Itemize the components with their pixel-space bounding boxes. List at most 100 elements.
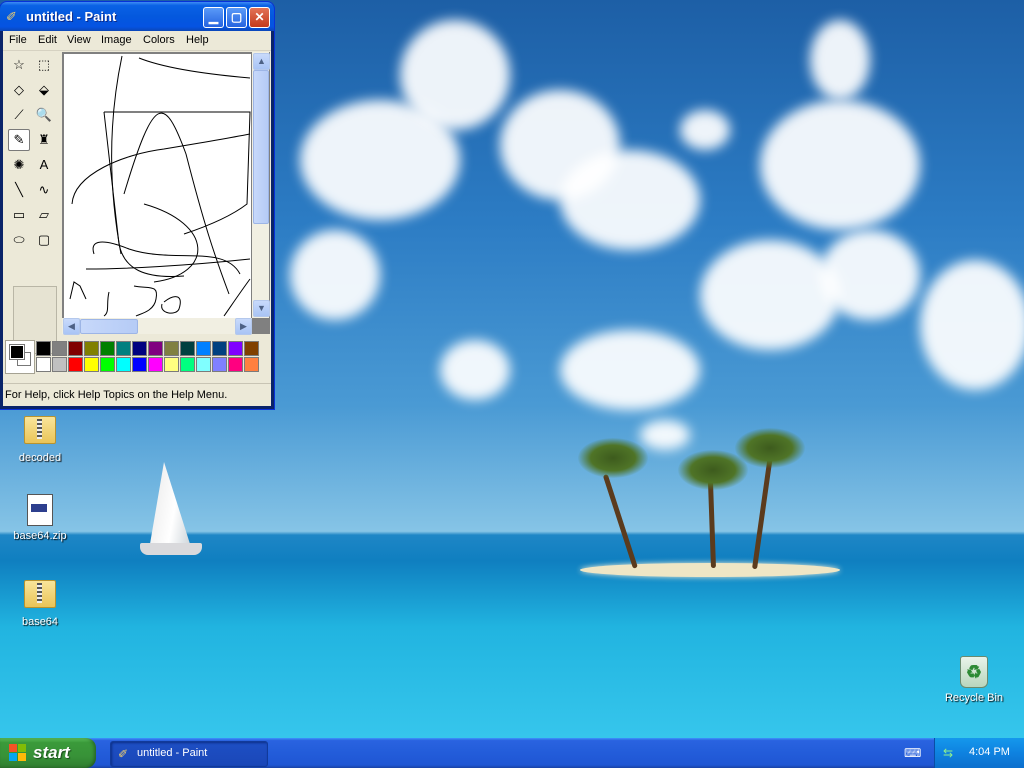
window-body: File Edit View Image Colors Help ☆ ⬚ ◇ ⬙ ⟋ 🔍 ✎… [3,31,271,406]
color-swatch[interactable] [68,341,83,356]
clock[interactable]: 4:04 PM [969,746,1010,758]
scribble-stroke [133,285,158,317]
menu-view[interactable]: View [67,34,91,46]
start-button[interactable]: start [0,738,96,768]
color-swatch[interactable] [100,357,115,372]
pick-color-icon[interactable]: ⟋ [8,104,30,126]
polygon-icon[interactable]: ▱ [33,204,55,226]
color-swatch[interactable] [148,357,163,372]
desktop-icon-base64-zip[interactable]: base64.zip [0,494,80,542]
arrow-right-icon: ▶ [240,321,247,331]
color-swatch[interactable] [132,357,147,372]
network-icon[interactable]: ⇆ [943,746,953,760]
color-swatch[interactable] [180,341,195,356]
title-bar[interactable]: ✐ untitled - Paint ▁ ▢ ✕ [0,2,274,31]
palm-trunk [602,474,638,569]
airbrush-icon[interactable]: ✺ [8,154,30,176]
scroll-left-button[interactable]: ◀ [63,318,80,335]
cloud [290,230,380,320]
brush-icon[interactable]: ♜ [33,129,55,151]
desktop-icon-decoded[interactable]: decoded [0,412,80,464]
cloud [560,150,700,250]
vertical-scroll-thumb[interactable] [253,70,269,224]
color-swatch[interactable] [148,341,163,356]
rectangle-icon[interactable]: ▭ [8,204,30,226]
scroll-up-button[interactable]: ▲ [253,53,270,70]
scribble-stroke [69,281,87,300]
menu-bar: File Edit View Image Colors Help [3,31,271,51]
palm-crown [578,438,648,478]
color-swatch[interactable] [164,341,179,356]
window-title: untitled - Paint [26,9,117,24]
cloud [560,330,700,410]
desktop-icon-label: decoded [18,452,62,464]
color-swatch[interactable] [84,357,99,372]
recycle-bin-icon: ♻ [960,656,988,688]
color-swatch[interactable] [116,341,131,356]
keyboard-icon[interactable]: ⌨ [904,746,921,760]
palm-trunk [752,455,773,570]
arrow-down-icon: ▼ [257,303,266,313]
color-swatch[interactable] [164,357,179,372]
desktop-icon-label: base64 [21,616,59,628]
desktop-icon-base64[interactable]: base64 [0,576,80,628]
menu-edit[interactable]: Edit [38,34,57,46]
curve-icon[interactable]: ∿ [33,179,55,201]
menu-image[interactable]: Image [101,34,132,46]
color-swatch[interactable] [36,341,51,356]
free-form-select-icon[interactable]: ☆ [8,54,30,76]
menu-help[interactable]: Help [186,34,209,46]
maximize-button[interactable]: ▢ [226,7,247,28]
color-swatch[interactable] [180,357,195,372]
color-swatch[interactable] [228,341,243,356]
current-colors[interactable] [5,340,35,374]
color-swatch[interactable] [196,341,211,356]
color-swatch[interactable] [212,357,227,372]
color-swatch[interactable] [100,341,115,356]
magnifier-icon[interactable]: 🔍 [33,104,55,126]
eraser-icon[interactable]: ◇ [8,79,30,101]
minimize-icon: ▁ [208,10,219,24]
minimize-button[interactable]: ▁ [203,7,224,28]
color-swatch[interactable] [196,357,211,372]
close-button[interactable]: ✕ [249,7,270,28]
fill-icon[interactable]: ⬙ [33,79,55,101]
scribble-stroke [104,111,251,235]
canvas-area: ▲ ▼ ◀ ▶ [62,52,270,335]
paint-app-icon[interactable]: ✐ [6,9,17,25]
color-swatch[interactable] [52,357,67,372]
color-swatch[interactable] [228,357,243,372]
select-icon[interactable]: ⬚ [33,54,55,76]
palm-crown [735,428,805,468]
desktop-icon-recycle-bin[interactable]: ♻ Recycle Bin [934,656,1014,704]
color-swatch[interactable] [116,357,131,372]
horizontal-scroll-thumb[interactable] [80,319,138,334]
drawing-canvas[interactable] [64,54,251,318]
vertical-scrollbar[interactable]: ▲ ▼ [252,52,270,318]
pencil-icon[interactable]: ✎ [8,129,30,151]
color-swatch[interactable] [244,357,259,372]
color-swatch[interactable] [36,357,51,372]
color-swatch[interactable] [212,341,227,356]
rounded-rectangle-icon[interactable]: ▢ [33,229,55,251]
sailboat-hull [140,543,202,555]
taskbar-button-paint[interactable]: ✐ untitled - Paint [110,741,268,767]
color-swatch[interactable] [52,341,67,356]
zip-folder-icon [24,580,56,608]
horizontal-scrollbar[interactable]: ◀ ▶ [62,318,252,335]
scroll-down-button[interactable]: ▼ [253,300,270,317]
color-swatch[interactable] [84,341,99,356]
cloud [820,230,920,320]
start-label: start [33,743,70,762]
ellipse-icon[interactable]: ⬭ [8,229,30,251]
text-icon[interactable]: A [33,154,55,176]
color-swatch[interactable] [68,357,83,372]
color-swatch[interactable] [132,341,147,356]
line-icon[interactable]: ╲ [8,179,30,201]
scribble-stroke [161,296,181,314]
menu-file[interactable]: File [9,34,27,46]
menu-colors[interactable]: Colors [143,34,175,46]
scroll-right-button[interactable]: ▶ [235,318,252,335]
desktop-icon-label: Recycle Bin [944,692,1004,704]
color-swatch[interactable] [244,341,259,356]
